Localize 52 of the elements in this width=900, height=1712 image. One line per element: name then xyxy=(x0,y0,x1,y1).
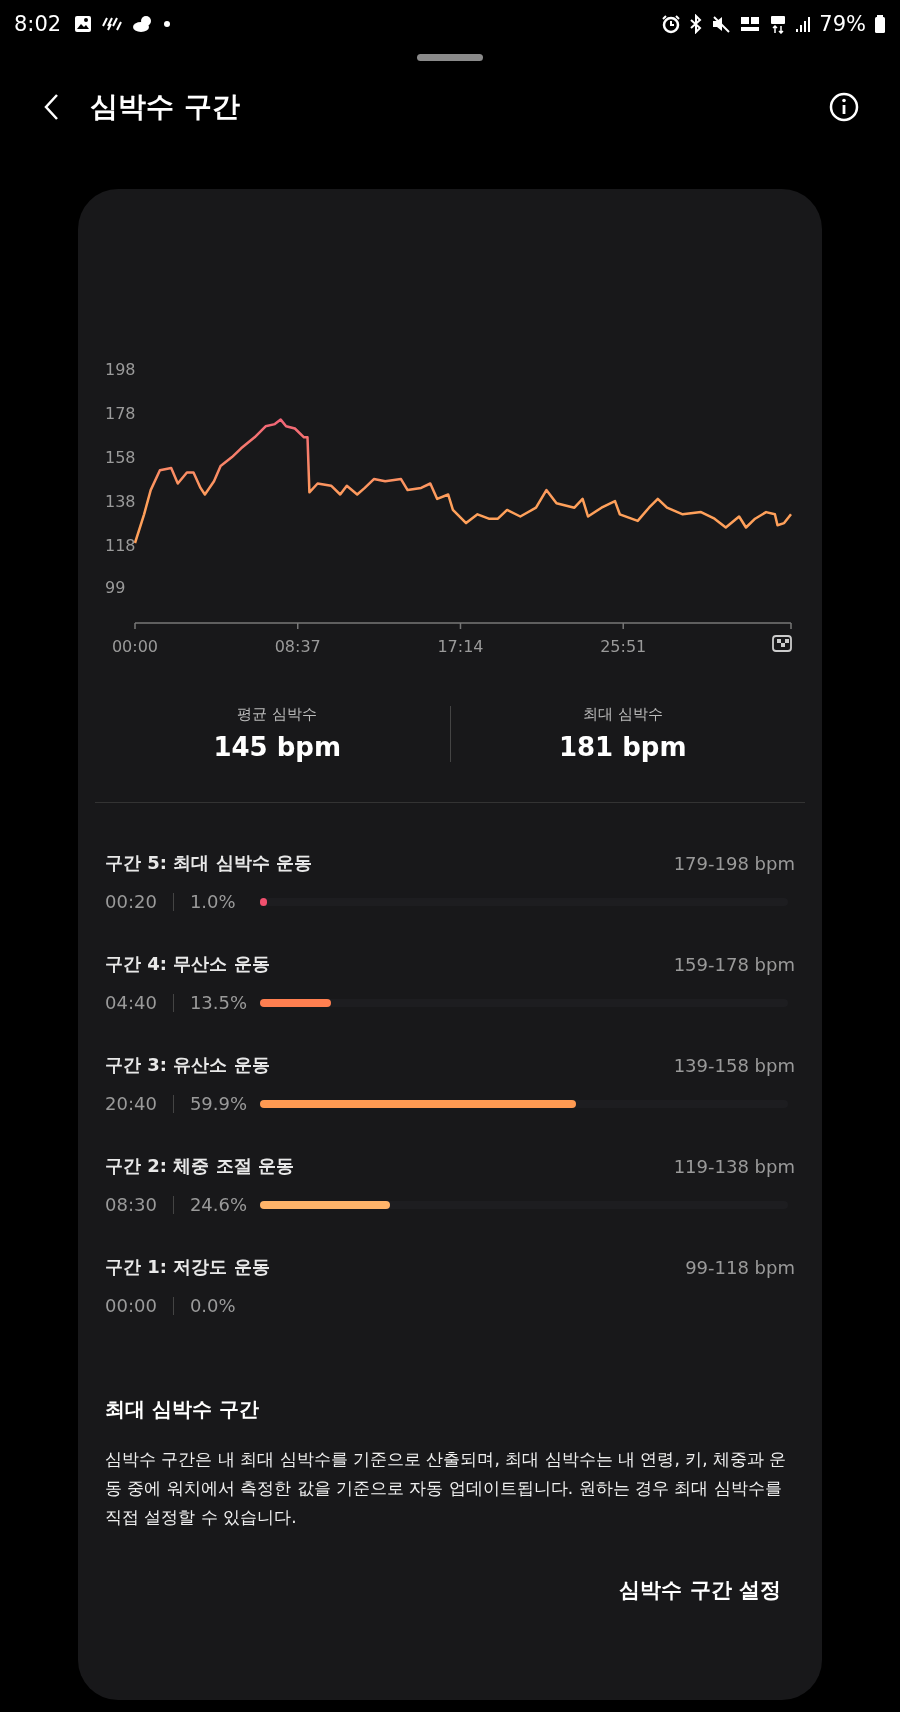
dot-icon xyxy=(163,20,172,28)
zone-time: 00:00 xyxy=(105,1295,157,1316)
zone-name: 구간 3: 유산소 운동 xyxy=(105,1053,270,1077)
zone-percent: 59.9% xyxy=(189,1093,249,1114)
x-axis-label: 00:00 xyxy=(111,637,159,656)
battery-icon xyxy=(874,14,886,34)
zone-range: 99-118 bpm xyxy=(685,1256,795,1278)
info-icon[interactable] xyxy=(828,91,860,123)
zone-name: 구간 1: 저강도 운동 xyxy=(105,1255,270,1279)
stat-label: 최대 심박수 xyxy=(582,705,663,724)
stat-label: 평균 심박수 xyxy=(237,705,318,724)
signal-icon xyxy=(795,14,812,34)
y-axis-label: 158 xyxy=(105,448,136,468)
zone-name: 구간 2: 체중 조절 운동 xyxy=(105,1154,294,1178)
zone-time: 04:40 xyxy=(105,992,157,1013)
y-axis-label: 138 xyxy=(105,492,136,512)
x-axis-label: 08:37 xyxy=(274,637,321,656)
zone-percent: 0.0% xyxy=(189,1295,237,1316)
clock-time: 8:02 xyxy=(14,12,62,36)
x-axis-label: 17:14 xyxy=(437,637,484,656)
alarm-icon xyxy=(661,14,682,34)
zone-percent: 1.0% xyxy=(189,891,237,912)
zone-name: 구간 4: 무산소 운동 xyxy=(105,952,270,976)
mute-icon xyxy=(711,14,732,34)
zone-percent: 24.6% xyxy=(189,1194,249,1215)
section-heading: 최대 심박수 구간 xyxy=(105,1396,260,1423)
zone-range: 139-158 bpm xyxy=(673,1054,795,1076)
bluetooth-icon xyxy=(689,14,704,34)
back-icon xyxy=(42,92,60,122)
battery-percent: 79% xyxy=(819,12,866,36)
y-axis-label: 99 xyxy=(105,578,126,597)
zone-time: 20:40 xyxy=(105,1093,157,1114)
stat-value: 145 bpm xyxy=(213,732,342,762)
y-axis-label: 198 xyxy=(105,360,136,379)
zone-time: 00:20 xyxy=(105,891,157,912)
zone-time: 08:30 xyxy=(105,1194,157,1215)
y-axis-label: 178 xyxy=(105,404,136,424)
finish-flag-icon xyxy=(772,635,792,652)
zone-percent: 13.5% xyxy=(189,992,249,1013)
zone-range: 119-138 bpm xyxy=(673,1155,795,1177)
y-axis-label: 118 xyxy=(105,536,136,556)
image-icon xyxy=(73,14,94,34)
zone-settings-button[interactable]: 심박수 구간 설정 xyxy=(605,1568,795,1612)
x-axis-label: 25:51 xyxy=(600,637,647,656)
zone-range: 159-178 bpm xyxy=(673,953,795,975)
page-title: 심박수 구간 xyxy=(90,89,241,125)
drag-handle[interactable] xyxy=(417,54,483,61)
description-text: 심박수 구간은 내 최대 심박수를 기준으로 산출되며, 최대 심박수는 내 연령, 키, 체중과 운동 중에 워치에서 측정한 값을 기준으로 자동 업데이트됩니다. 원하는 경우 최대 심박수를 직접 설정할 수 있습니다. xyxy=(105,1448,788,1529)
network-icon xyxy=(769,14,788,34)
zone-range: 179-198 bpm xyxy=(673,852,795,874)
zone-name: 구간 5: 최대 심박수 운동 xyxy=(105,851,312,875)
stat-value: 181 bpm xyxy=(558,732,687,762)
